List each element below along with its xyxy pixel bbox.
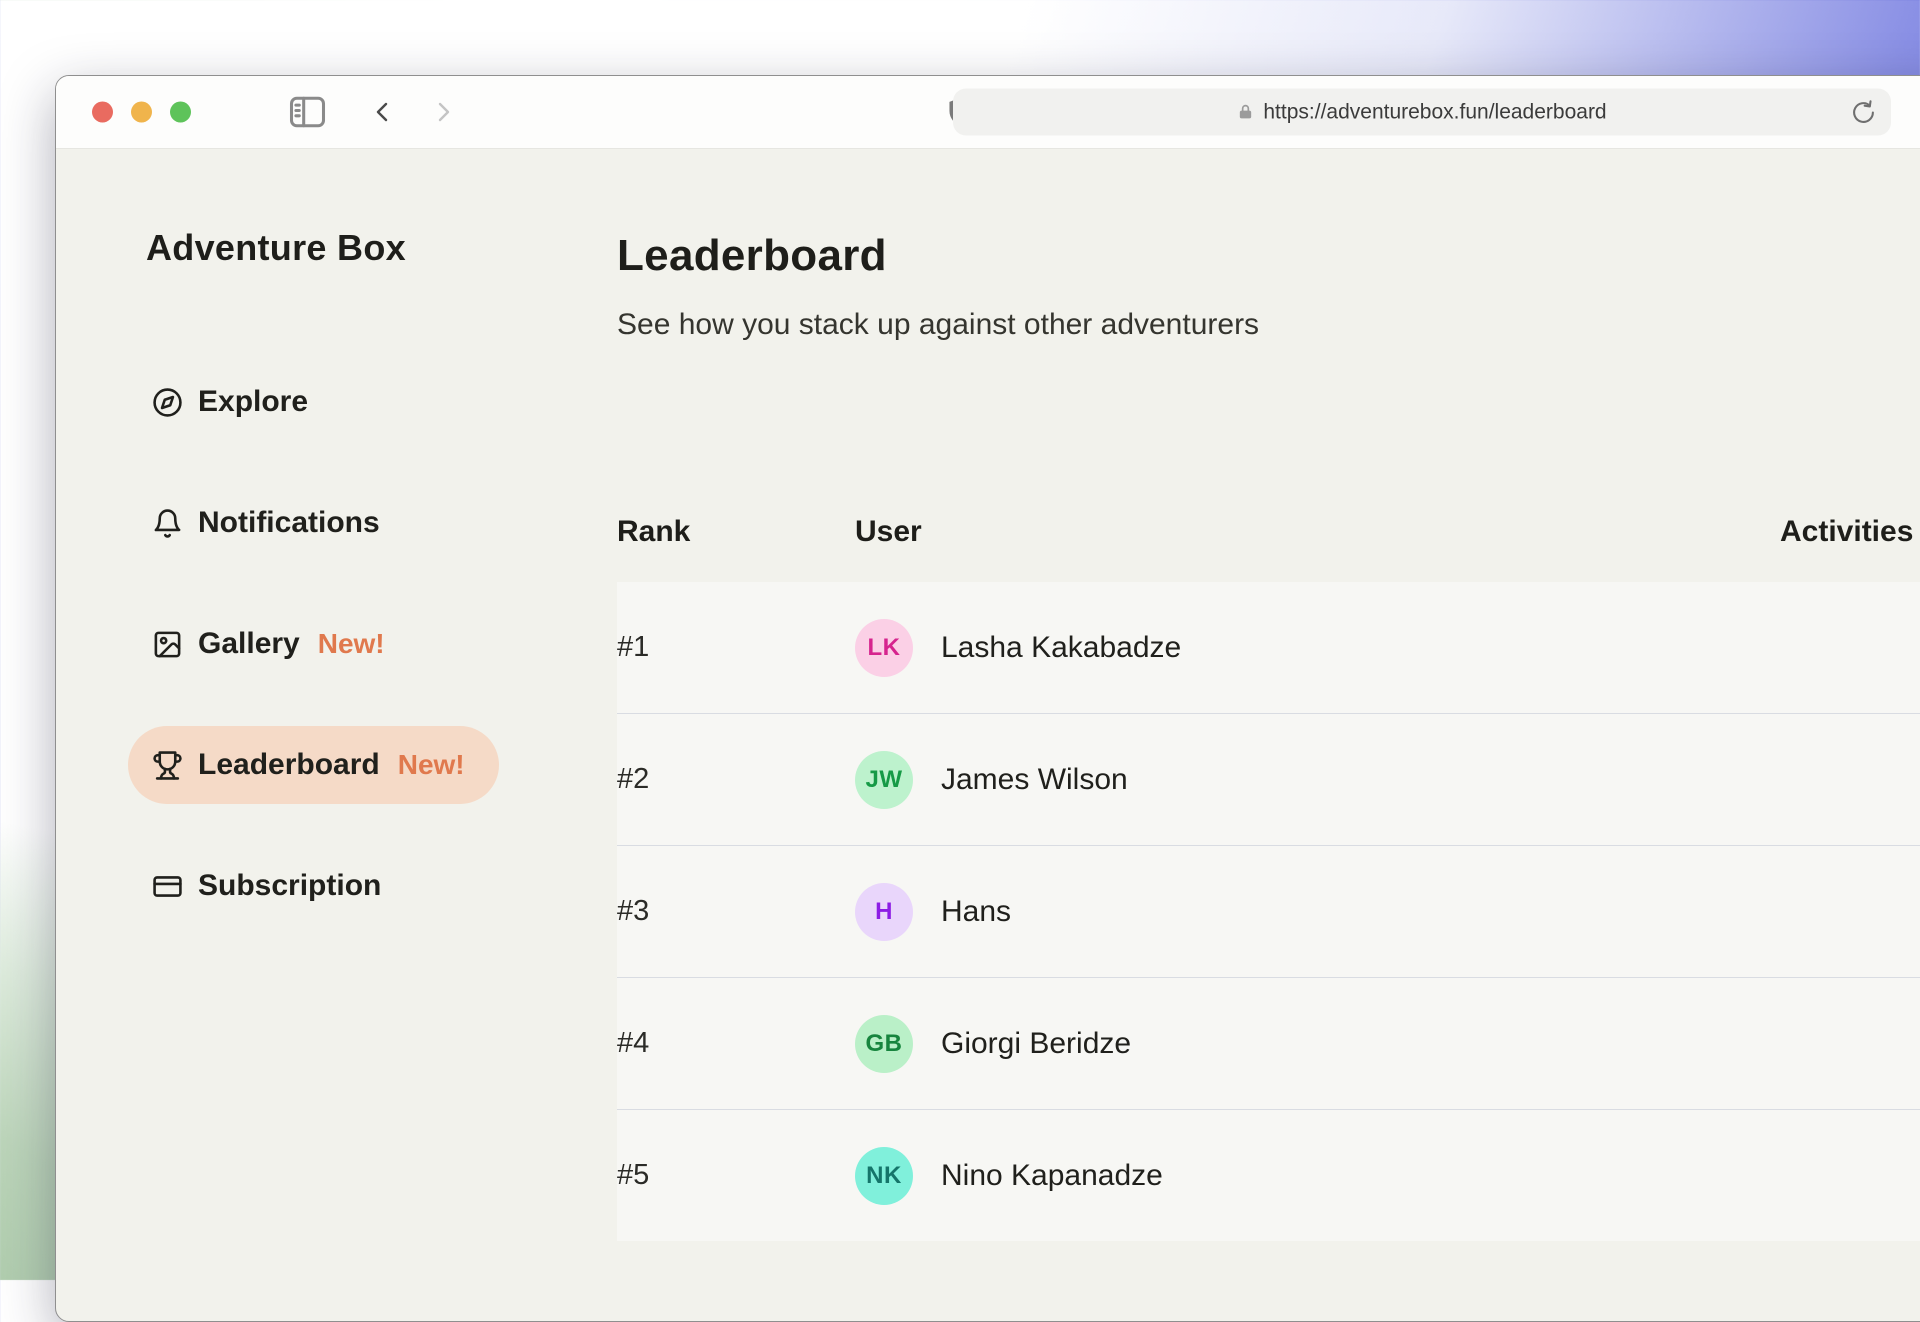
rank-cell: #3	[617, 895, 855, 928]
table-row: #3H Hans	[617, 845, 1920, 977]
browser-toolbar: https://adventurebox.fun/leaderboard	[56, 76, 1920, 149]
reload-icon[interactable]	[1851, 100, 1876, 125]
close-window-button[interactable]	[92, 102, 113, 123]
user-cell: LK Lasha Kakabadze	[855, 619, 1780, 677]
sidebar-item-label: Subscription	[198, 869, 381, 903]
sidebar-item-label: Leaderboard	[198, 748, 380, 782]
sidebar-nav: ExploreNotificationsGalleryNew!Leaderboa…	[128, 363, 617, 925]
page-subtitle: See how you stack up against other adven…	[617, 306, 1920, 344]
user-name: Hans	[941, 895, 1011, 929]
sidebar: Adventure Box Explore Notifications Galler…	[56, 149, 617, 1321]
app-title: Adventure Box	[146, 227, 617, 269]
sidebar-item-subscription[interactable]: Subscription	[128, 847, 415, 925]
bell-icon	[152, 508, 183, 539]
page-title: Leaderboard	[617, 230, 1920, 282]
sidebar-item-label: Gallery	[198, 627, 300, 661]
avatar: LK	[855, 619, 913, 677]
column-header-rank: Rank	[617, 514, 855, 550]
sidebar-toggle-icon[interactable]	[289, 96, 326, 128]
user-name: James Wilson	[941, 763, 1128, 797]
column-header-user: User	[855, 514, 1780, 550]
new-badge: New!	[318, 628, 385, 660]
sidebar-item-explore[interactable]: Explore	[128, 363, 342, 441]
avatar: GB	[855, 1015, 913, 1073]
sidebar-item-leaderboard[interactable]: Leaderboard New!	[128, 726, 499, 804]
sidebar-item-label: Explore	[198, 385, 308, 419]
user-cell: NK Nino Kapanadze	[855, 1147, 1780, 1205]
url-text: https://adventurebox.fun/leaderboard	[1263, 100, 1606, 124]
trophy-icon	[152, 750, 183, 781]
avatar: H	[855, 883, 913, 941]
table-row: #2JW James Wilson	[617, 713, 1920, 845]
rank-cell: #4	[617, 1027, 855, 1060]
credit-card-icon	[152, 871, 183, 902]
new-badge: New!	[398, 749, 465, 781]
user-cell: GB Giorgi Beridze	[855, 1015, 1780, 1073]
user-name: Lasha Kakabadze	[941, 631, 1181, 665]
zoom-window-button[interactable]	[170, 102, 191, 123]
leaderboard-rows: #1LK Lasha Kakabadze #2JW James Wilson #3H Ha…	[617, 582, 1920, 1241]
app-content: Adventure Box Explore Notifications Galler…	[56, 149, 1920, 1321]
leaderboard-page: Leaderboard See how you stack up against…	[617, 149, 1920, 1321]
user-name: Nino Kapanadze	[941, 1159, 1163, 1193]
sidebar-item-gallery[interactable]: Gallery New!	[128, 605, 419, 683]
rank-cell: #5	[617, 1159, 855, 1192]
avatar: JW	[855, 751, 913, 809]
table-row: #5NK Nino Kapanadze	[617, 1109, 1920, 1241]
image-icon	[152, 629, 183, 660]
address-bar[interactable]: https://adventurebox.fun/leaderboard	[953, 89, 1891, 136]
avatar: NK	[855, 1147, 913, 1205]
window-controls	[92, 102, 191, 123]
compass-icon	[152, 387, 183, 418]
column-header-activities: Activities	[1780, 514, 1920, 550]
user-cell: H Hans	[855, 883, 1780, 941]
user-cell: JW James Wilson	[855, 751, 1780, 809]
sidebar-item-notifications[interactable]: Notifications	[128, 484, 414, 562]
browser-window: https://adventurebox.fun/leaderboard Adv…	[55, 75, 1920, 1322]
user-name: Giorgi Beridze	[941, 1027, 1131, 1061]
back-icon[interactable]	[371, 97, 395, 127]
table-header: Rank User Activities	[617, 514, 1920, 550]
forward-icon[interactable]	[431, 97, 455, 127]
table-row: #4GB Giorgi Beridze	[617, 977, 1920, 1109]
table-row: #1LK Lasha Kakabadze	[617, 582, 1920, 713]
minimize-window-button[interactable]	[131, 102, 152, 123]
lock-icon	[1237, 103, 1254, 122]
rank-cell: #1	[617, 631, 855, 664]
rank-cell: #2	[617, 763, 855, 796]
sidebar-item-label: Notifications	[198, 506, 380, 540]
